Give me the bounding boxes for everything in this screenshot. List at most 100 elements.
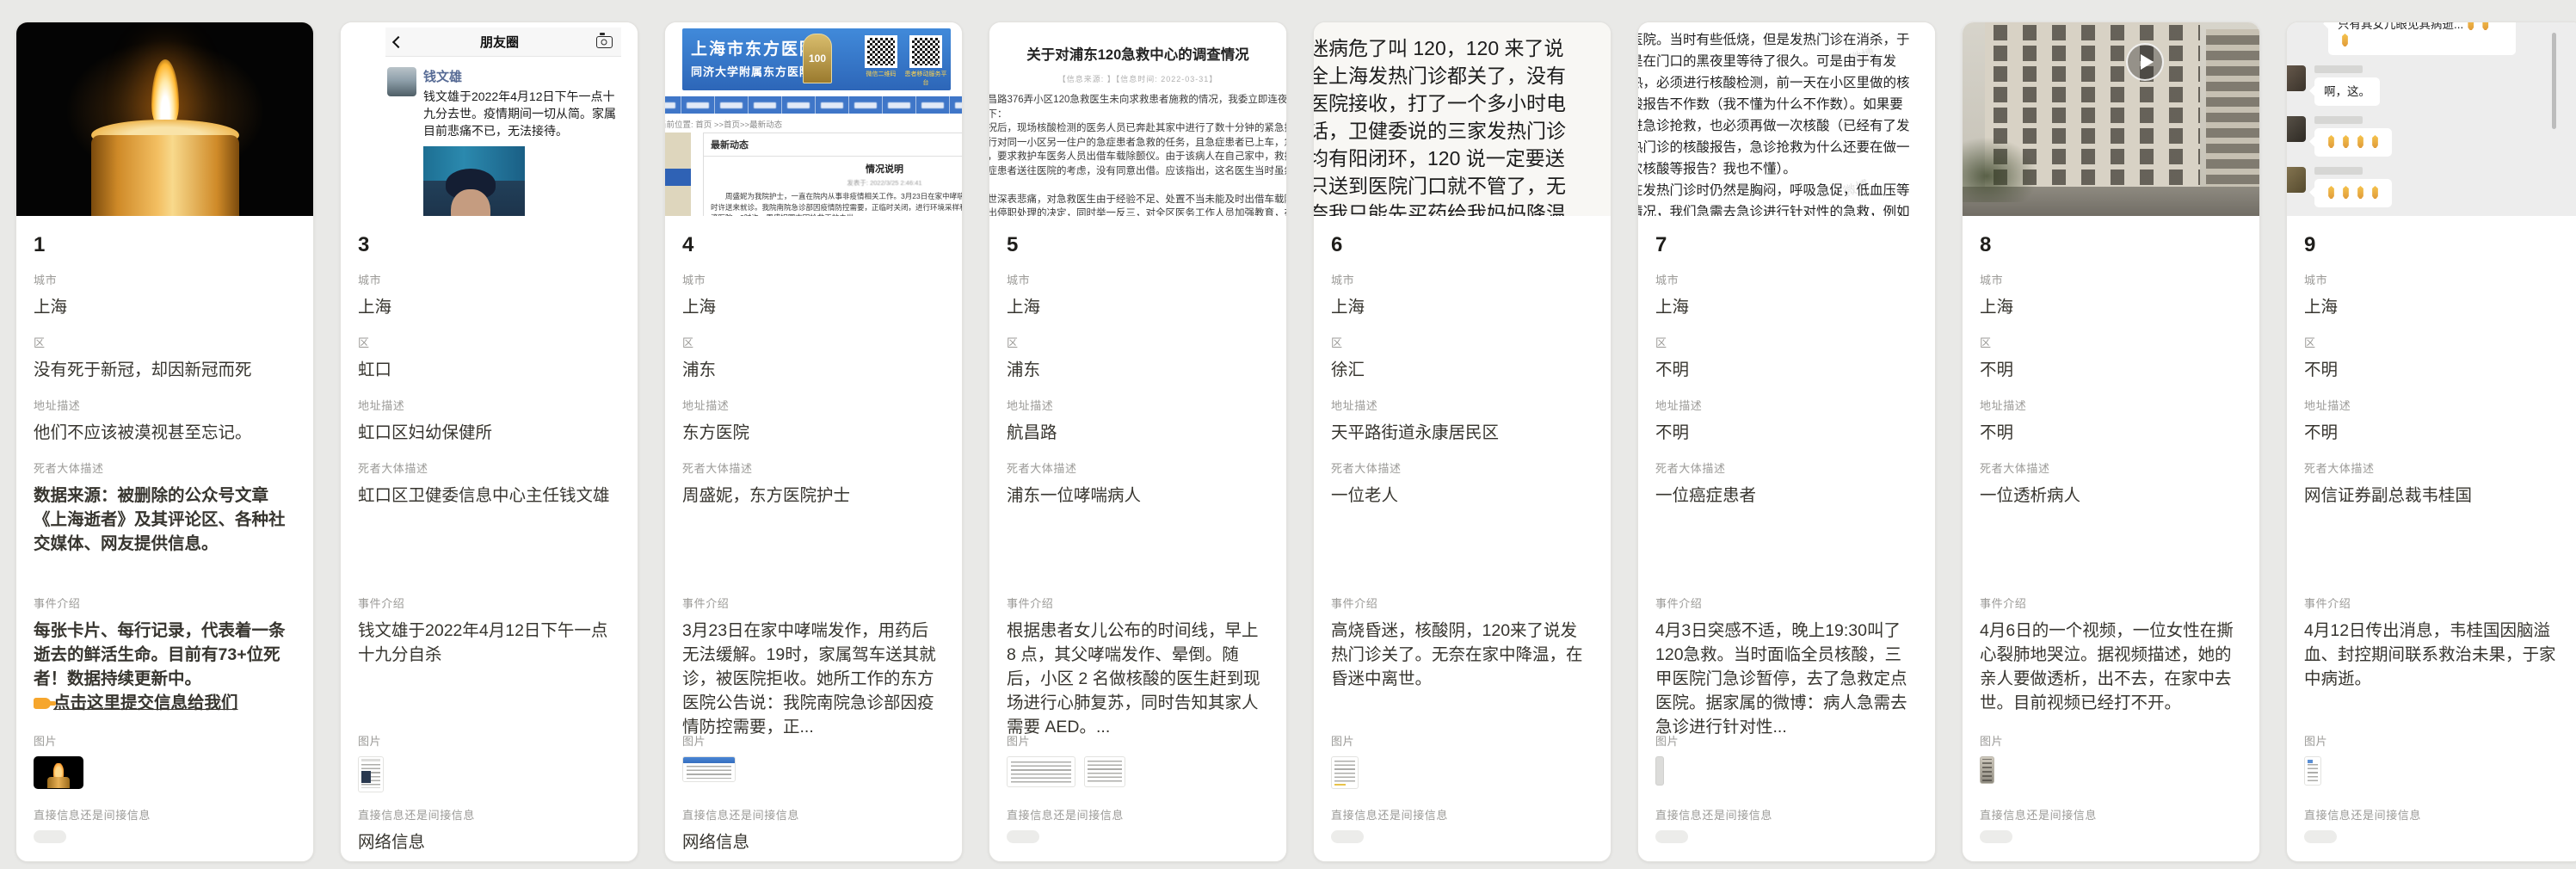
message-line: 均有阳闭环，120 说一定要送 bbox=[1314, 145, 1611, 172]
record-card-8[interactable]: 8 城市 上海 区 不明 地址描述 不明 死者大体描述 一位透析病人 事件介绍 … bbox=[1962, 22, 2260, 862]
breadcrumb: 当前位置: 首页 >>首页>>最新动态 bbox=[665, 118, 782, 130]
card-body: 8 城市 上海 区 不明 地址描述 不明 死者大体描述 一位透析病人 事件介绍 … bbox=[1963, 216, 2259, 861]
record-card-9[interactable]: 只有其女儿眼见其病逝... 啊，这。 bbox=[2286, 22, 2576, 862]
field-value: 3月23日在家中哮喘发作，用药后无法缓解。19时，家属驾车送其就诊，被医院拒收。… bbox=[682, 619, 945, 737]
building-photo-thumbnail[interactable] bbox=[1980, 756, 1994, 784]
field-value: 浦东 bbox=[1007, 358, 1269, 382]
field-deceased: 死者大体描述 数据来源：被删除的公众号文章《上海逝者》及其评论区、各种社交媒体、… bbox=[34, 459, 296, 595]
field-direct-or-indirect: 直接信息还是间接信息 网络信息 bbox=[358, 806, 620, 861]
qr-label: 微信二维码 bbox=[859, 70, 903, 78]
card-number: 5 bbox=[1007, 233, 1269, 257]
candle-image-thumbnail[interactable] bbox=[34, 756, 83, 789]
report-line: 离世深表悲痛，对急救医生由于经验不足、处置不当未能及时出借车载除颤仪 bbox=[989, 193, 1286, 207]
moments-author: 钱文雄 bbox=[423, 67, 619, 85]
field-label: 图片 bbox=[1007, 732, 1269, 749]
field-value: 东方医院 bbox=[682, 421, 945, 445]
empty-value-pill bbox=[1655, 830, 1688, 843]
field-images: 图片 bbox=[1331, 732, 1593, 806]
document-thumbnail[interactable] bbox=[1084, 756, 1125, 787]
folded-hands-emoji-icon bbox=[2355, 186, 2367, 199]
field-label: 死者大体描述 bbox=[34, 459, 296, 476]
weibo-line: 情况，我们急需去急诊进行针对性的急救，例如 bbox=[1638, 201, 1935, 216]
field-deceased: 死者大体描述 一位老人 bbox=[1331, 459, 1593, 595]
field-label: 直接信息还是间接信息 bbox=[2304, 806, 2567, 823]
field-value: 上海 bbox=[358, 295, 620, 319]
field-label: 区 bbox=[34, 334, 296, 350]
field-value: 不明 bbox=[2304, 421, 2567, 445]
field-value: 根据患者女儿公布的时间线，早上 8 点，其父哮喘发作、晕倒。随后，小区 2 名做… bbox=[1007, 619, 1269, 737]
field-label: 城市 bbox=[1331, 271, 1593, 287]
hospital-news-panel: 最新动态 情况说明 发表于: 2022/3/25 2:46:41 周盛妮为我院护… bbox=[703, 133, 962, 216]
field-images: 图片 bbox=[1980, 732, 2242, 806]
chat-row: 啊，这。 bbox=[2287, 65, 2576, 106]
field-value: 徐汇 bbox=[1331, 358, 1593, 382]
field-value: 他们不应该被漠视甚至忘记。 bbox=[34, 421, 296, 445]
moments-screen: 朋友圈 钱文雄 钱文雄于2022年4月12日下午一点十九分去世。疫情期间一切从简… bbox=[385, 28, 621, 216]
field-city: 城市 上海 bbox=[1007, 271, 1269, 334]
notice-title: 情况说明 bbox=[704, 162, 962, 176]
field-value: 虹口区卫健委信息中心主任钱文雄 bbox=[358, 484, 620, 508]
card-body: 6 城市 上海 区 徐汇 地址描述 天平路街道永康居民区 死者大体描述 一位老人… bbox=[1314, 216, 1611, 861]
webpage-screenshot-thumbnail[interactable] bbox=[682, 756, 736, 782]
field-value: 上海 bbox=[2304, 295, 2567, 319]
field-value: 航昌路 bbox=[1007, 421, 1269, 445]
avatar bbox=[2287, 116, 2306, 142]
field-label: 直接信息还是间接信息 bbox=[1655, 806, 1918, 823]
record-card-1[interactable]: 1 城市 上海 区 没有死于新冠，却因新冠而死 地址描述 他们不应该被漠视甚至忘… bbox=[15, 22, 314, 862]
field-value: 一位老人 bbox=[1331, 484, 1593, 508]
chat-message-text: 啊，这。 bbox=[2324, 85, 2370, 98]
empty-value-pill bbox=[1980, 830, 2012, 843]
field-label: 直接信息还是间接信息 bbox=[1007, 806, 1269, 823]
field-label: 地址描述 bbox=[1007, 397, 1269, 413]
field-label: 死者大体描述 bbox=[2304, 459, 2567, 476]
document-thumbnail[interactable] bbox=[2304, 756, 2321, 786]
field-label: 地址描述 bbox=[34, 397, 296, 413]
record-card-6[interactable]: 迷病危了叫 120，120 来了说 全上海发热门诊都关了，没有 医院接收，打了一… bbox=[1313, 22, 1612, 862]
report-line: 往，要求救护车医务人员出借车载除颤仪。由于该病人在自己家中，救护车上 bbox=[989, 150, 1286, 164]
message-line: 奈我只能先买药给我妈妈降温， bbox=[1314, 200, 1611, 216]
field-images: 图片 bbox=[682, 732, 945, 806]
field-label: 事件介绍 bbox=[34, 595, 296, 611]
card-body: 4 城市 上海 区 浦东 地址描述 东方医院 死者大体描述 周盛妮，东方医院护士… bbox=[665, 216, 962, 861]
field-label: 城市 bbox=[682, 271, 945, 287]
weibo-line: 是在门口的黑夜里等待了很久。可是由于有发 bbox=[1638, 51, 1935, 72]
field-label: 死者大体描述 bbox=[682, 459, 945, 476]
field-direct-or-indirect: 直接信息还是间接信息 bbox=[2304, 806, 2567, 861]
record-card-3[interactable]: 朋友圈 钱文雄 钱文雄于2022年4月12日下午一点十九分去世。疫情期间一切从简… bbox=[340, 22, 638, 862]
document-thumbnail[interactable] bbox=[1007, 756, 1075, 787]
field-deceased: 死者大体描述 虹口区卫健委信息中心主任钱文雄 bbox=[358, 459, 620, 595]
field-label: 城市 bbox=[1980, 271, 2242, 287]
image-thumbnails bbox=[1007, 756, 1269, 787]
field-value: 上海 bbox=[34, 295, 296, 319]
record-card-7[interactable]: 微博 微博 医院。当时有些低烧，但是发热门诊在消杀，于 是在门口的黑夜里等待了很… bbox=[1637, 22, 1936, 862]
empty-value-pill bbox=[1331, 830, 1364, 843]
field-images: 图片 bbox=[2304, 732, 2567, 806]
cover-video-still-building bbox=[1963, 22, 2259, 216]
tree-foliage bbox=[1963, 137, 2038, 202]
wechat-screenshot-thumbnail[interactable] bbox=[358, 756, 384, 792]
image-thumbnails bbox=[1331, 756, 1593, 789]
scrollbar bbox=[2552, 33, 2556, 129]
field-label: 区 bbox=[358, 334, 620, 350]
card-number: 7 bbox=[1655, 233, 1918, 257]
cover-candle-photo bbox=[16, 22, 313, 216]
record-card-4[interactable]: 上海市东方医院 同济大学附属东方医院 100 微信二维码 患者移动服务平台 当前… bbox=[664, 22, 963, 862]
submit-info-link[interactable]: 点击这里提交信息给我们 bbox=[34, 693, 238, 712]
candle-body bbox=[91, 135, 239, 216]
field-city: 城市 上海 bbox=[358, 271, 620, 334]
field-city: 城市 上海 bbox=[682, 271, 945, 334]
record-card-5[interactable]: 关于对浦东120急救中心的调查情况 【信息来源: 】【信息时间: 2022-03… bbox=[989, 22, 1287, 862]
field-event: 事件介绍 根据患者女儿公布的时间线，早上 8 点，其父哮喘发作、晕倒。随后，小区… bbox=[1007, 595, 1269, 732]
text-screenshot-thumbnail[interactable] bbox=[1331, 756, 1359, 789]
field-event: 事件介绍 4月12日传出消息，韦桂国因脑溢血、封控期间联系救治未果，于家中病逝。 bbox=[2304, 595, 2567, 732]
play-icon bbox=[2126, 43, 2164, 81]
field-event: 事件介绍 高烧昏迷，核酸阴，120来了说发热门诊关了。无奈在家中降温，在昏迷中离… bbox=[1331, 595, 1593, 732]
field-value: 一位透析病人 bbox=[1980, 484, 2242, 508]
cover-investigation-report-screenshot: 关于对浦东120急救中心的调查情况 【信息来源: 】【信息时间: 2022-03… bbox=[989, 22, 1286, 216]
weibo-text: 医院。当时有些低烧，但是发热门诊在消杀，于 是在门口的黑夜里等待了很久。可是由于… bbox=[1638, 29, 1935, 216]
field-label: 区 bbox=[1980, 334, 2242, 350]
field-label: 图片 bbox=[1655, 732, 1918, 749]
narrow-image-thumbnail[interactable] bbox=[1655, 756, 1664, 786]
empty-value-pill bbox=[34, 830, 66, 843]
report-line: 作出停职处理的决定，同时举一反三，对全区医务工作人员加强教育，在当前 bbox=[989, 206, 1286, 216]
